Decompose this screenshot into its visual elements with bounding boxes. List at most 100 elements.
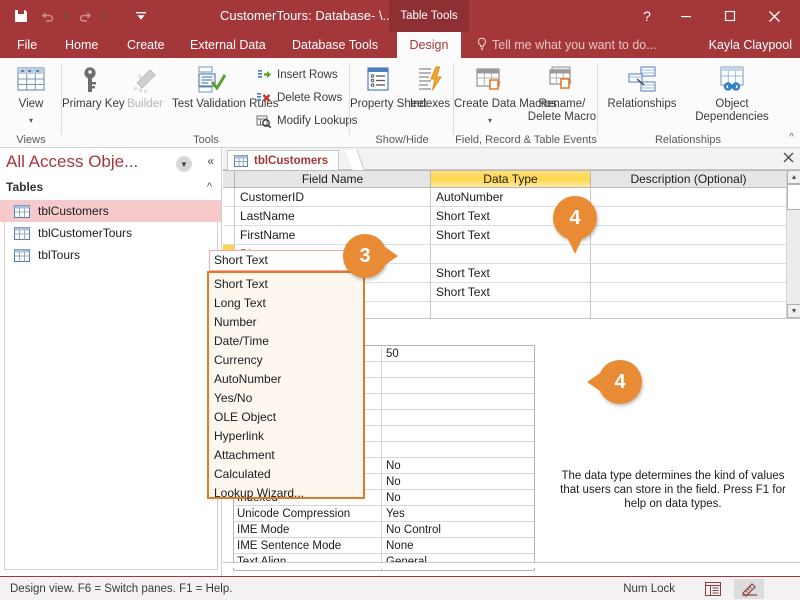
customize-qat-icon[interactable]: [128, 4, 154, 28]
object-dependencies-button[interactable]: Object Dependencies: [686, 61, 778, 124]
property-row[interactable]: IME Mode No Control: [234, 522, 534, 538]
description-cell[interactable]: [591, 207, 786, 226]
table-row[interactable]: CustomerID AutoNumber: [223, 188, 786, 207]
property-value[interactable]: [382, 362, 534, 377]
close-icon[interactable]: [752, 1, 796, 31]
grid-corner-selector[interactable]: [223, 170, 235, 188]
scroll-up-icon[interactable]: ▲: [787, 170, 800, 184]
dropdown-option[interactable]: Hyperlink: [209, 427, 363, 446]
collapse-ribbon-icon[interactable]: ^: [789, 132, 794, 143]
scrollbar-thumb[interactable]: [787, 184, 800, 210]
data-type-cell[interactable]: Short Text: [431, 283, 591, 302]
description-cell[interactable]: [591, 264, 786, 283]
property-value[interactable]: No: [382, 490, 534, 505]
table-row[interactable]: LastName Short Text: [223, 207, 786, 226]
property-value[interactable]: No: [382, 458, 534, 473]
property-value[interactable]: No Control: [382, 522, 534, 537]
description-cell[interactable]: [591, 245, 786, 264]
field-name-cell[interactable]: FirstName: [235, 226, 431, 245]
redo-icon[interactable]: [72, 4, 98, 28]
builder-button[interactable]: Builder: [118, 61, 172, 111]
description-cell[interactable]: [591, 188, 786, 207]
column-header-data-type[interactable]: Data Type: [431, 170, 591, 188]
tab-file[interactable]: File: [8, 32, 46, 58]
insert-rows-button[interactable]: Insert Rows: [254, 64, 338, 86]
property-row[interactable]: Unicode Compression Yes: [234, 506, 534, 522]
undo-dropdown-icon[interactable]: ▾: [60, 4, 72, 28]
sidebar-item-tblcustomers[interactable]: tblCustomers: [0, 200, 221, 222]
row-selector[interactable]: [223, 226, 235, 245]
tab-home[interactable]: Home: [56, 32, 107, 58]
sidebar-item-tbltours[interactable]: tblTours: [0, 244, 221, 266]
dropdown-option[interactable]: Short Text: [209, 275, 363, 294]
table-row[interactable]: FirstName Short Text: [223, 226, 786, 245]
sidebar-item-tblcustomertours[interactable]: tblCustomerTours: [0, 222, 221, 244]
close-document-icon[interactable]: [783, 151, 794, 166]
dropdown-option[interactable]: Attachment: [209, 446, 363, 465]
row-selector[interactable]: [223, 188, 235, 207]
property-value[interactable]: [382, 442, 534, 457]
dropdown-option[interactable]: Long Text: [209, 294, 363, 313]
dropdown-option[interactable]: Number: [209, 313, 363, 332]
dropdown-option[interactable]: Calculated: [209, 465, 363, 484]
primary-key-button[interactable]: Primary Key: [62, 61, 118, 111]
test-validation-rules-button[interactable]: Test Validation Rules: [172, 61, 250, 111]
collapse-pane-icon[interactable]: «: [207, 154, 214, 168]
user-name[interactable]: Kayla Claypool: [709, 32, 792, 58]
indexes-button[interactable]: Indexes: [406, 61, 454, 111]
property-value[interactable]: [382, 394, 534, 409]
dropdown-option[interactable]: Date/Time: [209, 332, 363, 351]
minimize-icon[interactable]: [664, 1, 708, 31]
scroll-down-icon[interactable]: ▼: [787, 304, 800, 318]
property-value[interactable]: Yes: [382, 506, 534, 521]
property-sheet-button[interactable]: Property Sheet: [350, 61, 406, 111]
tab-external-data[interactable]: External Data: [181, 32, 275, 58]
description-cell[interactable]: [591, 283, 786, 302]
property-value[interactable]: None: [382, 538, 534, 553]
chevron-up-icon[interactable]: ^: [207, 181, 212, 193]
row-selector[interactable]: [223, 207, 235, 226]
property-value[interactable]: [382, 426, 534, 441]
view-button[interactable]: View ▾: [0, 61, 62, 127]
maximize-icon[interactable]: [708, 1, 752, 31]
property-value[interactable]: 50: [382, 346, 534, 361]
datasheet-view-icon[interactable]: [698, 579, 728, 599]
description-cell[interactable]: [591, 226, 786, 245]
save-icon[interactable]: [8, 4, 34, 28]
tab-create[interactable]: Create: [118, 32, 174, 58]
column-header-description[interactable]: Description (Optional): [591, 170, 786, 188]
property-row[interactable]: IME Sentence Mode None: [234, 538, 534, 554]
property-value[interactable]: [382, 378, 534, 393]
tell-me-search[interactable]: Tell me what you want to do...: [476, 32, 657, 58]
data-type-dropdown-list[interactable]: Short Text Long Text Number Date/Time Cu…: [207, 271, 365, 499]
chevron-down-icon[interactable]: ▼: [176, 156, 192, 172]
property-value[interactable]: No: [382, 474, 534, 489]
dropdown-option[interactable]: OLE Object: [209, 408, 363, 427]
tab-database-tools[interactable]: Database Tools: [283, 32, 387, 58]
scrollbar-track[interactable]: [787, 210, 800, 304]
data-type-cell[interactable]: Short Text: [431, 264, 591, 283]
create-data-macros-caret[interactable]: ▾: [454, 114, 526, 127]
dropdown-option[interactable]: Yes/No: [209, 389, 363, 408]
view-dropdown-caret[interactable]: ▾: [0, 114, 62, 127]
tab-design[interactable]: Design: [397, 32, 461, 58]
rename-delete-macro-button[interactable]: Rename/ Delete Macro: [526, 61, 598, 124]
redo-dropdown-icon[interactable]: ▾: [98, 4, 110, 28]
column-header-field-name[interactable]: Field Name: [235, 170, 431, 188]
create-data-macros-button[interactable]: Create Data Macros ▾: [454, 61, 526, 127]
navigation-group-tables[interactable]: Tables ^: [6, 180, 216, 198]
modify-lookups-button[interactable]: Modify Lookups: [254, 110, 358, 132]
field-name-cell[interactable]: LastName: [235, 207, 431, 226]
dropdown-option[interactable]: AutoNumber: [209, 370, 363, 389]
dropdown-option[interactable]: Lookup Wizard...: [209, 484, 363, 503]
grid-vertical-scrollbar[interactable]: ▲ ▼: [786, 170, 800, 318]
relationships-button[interactable]: Relationships: [598, 61, 686, 111]
delete-rows-button[interactable]: Delete Rows: [254, 87, 342, 109]
help-icon[interactable]: ?: [630, 1, 664, 31]
tab-tblcustomers[interactable]: tblCustomers: [227, 150, 339, 170]
design-view-icon[interactable]: [734, 579, 764, 599]
field-name-cell[interactable]: CustomerID: [235, 188, 431, 207]
dropdown-option[interactable]: Currency: [209, 351, 363, 370]
undo-icon[interactable]: [34, 4, 60, 28]
property-value[interactable]: [382, 410, 534, 425]
